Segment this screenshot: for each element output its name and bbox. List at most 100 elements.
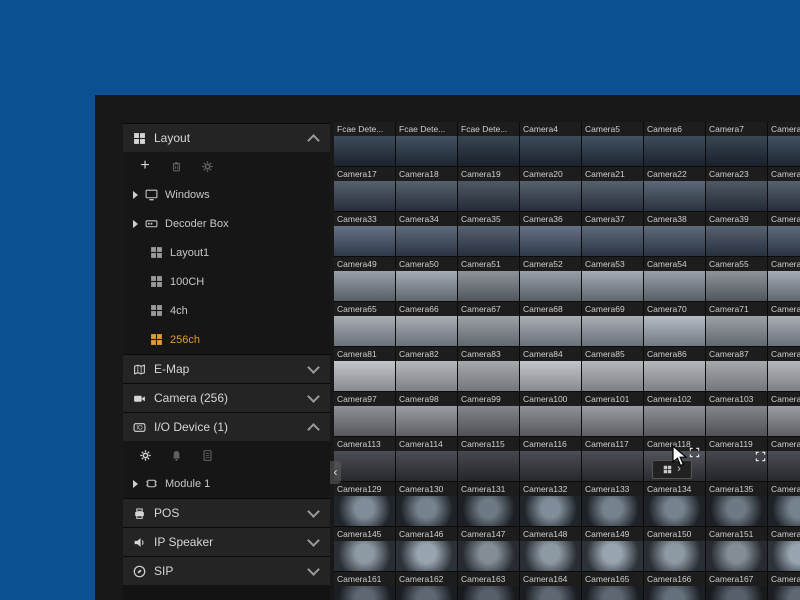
camera-tile[interactable]: Camera35 [458, 212, 519, 256]
camera-tile[interactable]: Camera55 [706, 257, 767, 301]
section-pos[interactable]: POS [123, 498, 330, 527]
add-layout-button[interactable]: + [137, 158, 153, 174]
tree-item-4ch[interactable]: 4ch [123, 296, 330, 325]
camera-tile[interactable]: Camera81 [334, 347, 395, 391]
camera-tile[interactable]: Camera130 [396, 482, 457, 526]
camera-tile[interactable]: Camera23 [706, 167, 767, 211]
camera-tile[interactable]: Camera97 [334, 392, 395, 436]
section-io-device[interactable]: IO I/O Device (1) [123, 412, 330, 441]
camera-tile[interactable]: Camera115 [458, 437, 519, 481]
camera-tile[interactable]: Fcae Dete... [334, 122, 395, 166]
camera-tile[interactable]: Camera146 [396, 527, 457, 571]
camera-tile[interactable]: Camera50 [396, 257, 457, 301]
camera-tile[interactable]: Camera148 [520, 527, 581, 571]
camera-tile[interactable]: Camera49 [334, 257, 395, 301]
camera-tile[interactable]: Camera165 [582, 572, 643, 600]
camera-tile[interactable]: Camera117 [582, 437, 643, 481]
camera-tile[interactable]: Camera161 [334, 572, 395, 600]
camera-tile[interactable]: Camera52 [520, 257, 581, 301]
sidebar-collapse-handle[interactable]: ‹ [330, 461, 341, 484]
tree-item-decoder-box[interactable]: Decoder Box [123, 209, 330, 238]
camera-tile[interactable]: Camera120 [768, 437, 800, 481]
delete-layout-button[interactable] [168, 158, 184, 174]
section-emap[interactable]: E-Map [123, 354, 330, 383]
tree-item-layout1[interactable]: Layout1 [123, 238, 330, 267]
camera-tile[interactable]: Camera5 [582, 122, 643, 166]
camera-tile[interactable]: Camera168 [768, 572, 800, 600]
expander-triangle-icon[interactable] [133, 220, 138, 228]
camera-tile[interactable]: Camera136 [768, 482, 800, 526]
camera-tile[interactable]: Fcae Dete... [458, 122, 519, 166]
camera-tile[interactable]: Camera132 [520, 482, 581, 526]
tree-item-module-1[interactable]: Module 1 [123, 469, 330, 498]
section-layout[interactable]: Layout [123, 123, 330, 152]
camera-tile[interactable]: Camera17 [334, 167, 395, 211]
camera-tile[interactable]: Camera102 [644, 392, 705, 436]
camera-tile[interactable]: Camera85 [582, 347, 643, 391]
camera-tile[interactable]: Camera67 [458, 302, 519, 346]
camera-tile[interactable]: Camera100 [520, 392, 581, 436]
camera-tile[interactable]: Camera164 [520, 572, 581, 600]
camera-tile[interactable]: Camera99 [458, 392, 519, 436]
camera-tile[interactable]: Camera129 [334, 482, 395, 526]
camera-tile[interactable]: Camera53 [582, 257, 643, 301]
camera-tile[interactable]: Camera84 [520, 347, 581, 391]
camera-tile[interactable]: Camera131 [458, 482, 519, 526]
camera-tile[interactable]: Camera114 [396, 437, 457, 481]
camera-tile[interactable]: Camera147 [458, 527, 519, 571]
expand-corners-icon[interactable] [689, 447, 700, 458]
camera-tile[interactable]: Camera65 [334, 302, 395, 346]
camera-tile[interactable]: Camera6 [644, 122, 705, 166]
section-sip[interactable]: SIP [123, 556, 330, 585]
camera-tile[interactable]: Camera18 [396, 167, 457, 211]
camera-tile[interactable]: Camera19 [458, 167, 519, 211]
camera-tile[interactable]: Camera82 [396, 347, 457, 391]
tree-item-256ch-selected[interactable]: 256ch [123, 325, 330, 354]
io-alarm-button[interactable] [168, 447, 184, 463]
camera-tile[interactable]: Camera68 [520, 302, 581, 346]
camera-tile[interactable]: Camera150 [644, 527, 705, 571]
camera-tile[interactable]: Camera88 [768, 347, 800, 391]
camera-tile[interactable]: Camera86 [644, 347, 705, 391]
section-ip-speaker[interactable]: IP Speaker [123, 527, 330, 556]
camera-tile[interactable]: Camera34 [396, 212, 457, 256]
camera-tile[interactable]: Camera37 [582, 212, 643, 256]
camera-tile[interactable]: Camera162 [396, 572, 457, 600]
camera-tile[interactable]: Camera71 [706, 302, 767, 346]
camera-tile[interactable]: Camera101 [582, 392, 643, 436]
camera-tile[interactable]: Camera36 [520, 212, 581, 256]
camera-tile[interactable]: Camera152 [768, 527, 800, 571]
camera-tile[interactable]: Camera133 [582, 482, 643, 526]
camera-tile[interactable]: Camera54 [644, 257, 705, 301]
camera-tile[interactable]: Camera166 [644, 572, 705, 600]
camera-tile[interactable]: Camera22 [644, 167, 705, 211]
tree-item-100ch[interactable]: 100CH [123, 267, 330, 296]
camera-tile[interactable]: Camera134 [644, 482, 705, 526]
camera-tile[interactable]: Camera7 [706, 122, 767, 166]
camera-tile[interactable]: Camera56 [768, 257, 800, 301]
camera-tile[interactable]: Camera72 [768, 302, 800, 346]
camera-tile[interactable]: Camera145 [334, 527, 395, 571]
camera-tile[interactable]: Camera51 [458, 257, 519, 301]
camera-tile[interactable]: Camera40 [768, 212, 800, 256]
io-log-button[interactable] [199, 447, 215, 463]
expand-corners-icon[interactable] [755, 451, 766, 462]
camera-tile[interactable]: Camera149 [582, 527, 643, 571]
camera-tile[interactable]: Camera167 [706, 572, 767, 600]
layout-settings-button[interactable] [199, 158, 215, 174]
camera-tile[interactable]: Camera21 [582, 167, 643, 211]
camera-tile[interactable]: Camera20 [520, 167, 581, 211]
camera-tile[interactable]: Camera8 [768, 122, 800, 166]
camera-tile[interactable]: Fcae Dete... [396, 122, 457, 166]
camera-tile[interactable]: Camera4 [520, 122, 581, 166]
camera-tile[interactable]: Camera116 [520, 437, 581, 481]
camera-tile[interactable]: Camera87 [706, 347, 767, 391]
camera-tile[interactable]: Camera103 [706, 392, 767, 436]
tree-item-windows[interactable]: Windows [123, 180, 330, 209]
camera-tile[interactable]: Camera70 [644, 302, 705, 346]
section-camera[interactable]: Camera (256) [123, 383, 330, 412]
camera-tile[interactable]: Camera135 [706, 482, 767, 526]
camera-tile[interactable]: Camera104 [768, 392, 800, 436]
camera-tile[interactable]: Camera151 [706, 527, 767, 571]
camera-tile[interactable]: Camera98 [396, 392, 457, 436]
